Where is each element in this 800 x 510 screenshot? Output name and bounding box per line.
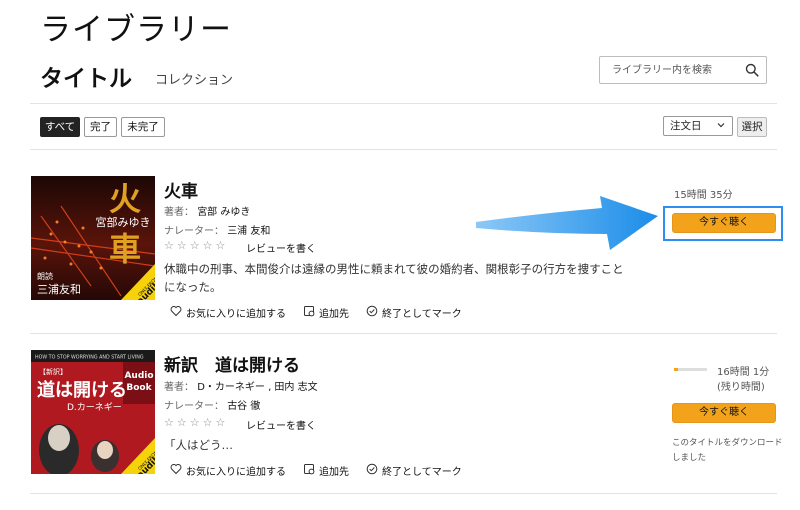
author-line: 著者： D・カーネギー , 田内 志文: [164, 378, 318, 393]
check-circle-icon: [366, 463, 378, 475]
narrator-link[interactable]: 古谷 徹: [227, 401, 260, 412]
filter-incomplete-button[interactable]: 未完了: [121, 117, 165, 137]
sort-dropdown[interactable]: 注文日: [663, 116, 733, 136]
mark-finished-label: 終了としてマーク: [382, 309, 462, 320]
cover-author: D.カーネギー: [67, 402, 122, 413]
cover-main-title: 道は開ける: [37, 379, 127, 401]
cover-big-char1: 火: [109, 180, 141, 218]
sort-selected-value: 注文日: [670, 120, 702, 132]
cover-book: Book: [126, 383, 152, 393]
header-divider: [30, 103, 777, 104]
select-button[interactable]: 選択: [737, 117, 767, 137]
cover-narr-small: 朗読: [37, 271, 53, 281]
search-icon[interactable]: [745, 63, 759, 77]
rating-stars[interactable]: ☆☆☆☆☆: [164, 239, 228, 252]
add-to-collection-icon: [304, 464, 315, 475]
narrator-line: ナレーター： 三浦 友和: [164, 222, 270, 237]
add-to-collection-icon: [304, 306, 315, 317]
filter-all-button[interactable]: すべて: [40, 117, 80, 137]
cover-author-vertical: 宮部みゆき: [96, 215, 151, 229]
listening-progress-bar: [674, 368, 707, 371]
add-to-label: 追加先: [319, 467, 349, 478]
rating-stars[interactable]: ☆☆☆☆☆: [164, 416, 228, 429]
book-duration: 16時間 1分: [717, 367, 770, 378]
page-title: ライブラリー: [40, 12, 232, 48]
heart-icon: [170, 306, 182, 317]
book-title[interactable]: 火車: [164, 177, 198, 202]
book-summary: 「人はどう…: [164, 438, 233, 452]
cover-narr-name: 三浦友和: [37, 282, 81, 296]
book-summary: 休職中の刑事、本間俊介は遠縁の男性に頼まれて彼の婚約者、関根彰子の行方を捜すこと…: [164, 262, 624, 294]
book-cover-michi[interactable]: HOW TO STOP WORRYING AND START LIVING Au…: [31, 350, 155, 474]
heart-icon: [170, 464, 182, 475]
check-circle-icon: [366, 305, 378, 317]
cover-big-char2: 車: [109, 230, 141, 268]
listen-now-button[interactable]: 今すぐ聴く: [672, 213, 776, 233]
book-cover-kasha[interactable]: 火 宮部みゆき 車 朗読 三浦友和 ONLY FROM audible: [31, 176, 155, 300]
download-status-note: このタイトルをダウンロードしました: [672, 438, 783, 463]
book-title[interactable]: 新訳 道は開ける: [164, 351, 300, 376]
book-duration: 15時間 35分: [674, 190, 733, 201]
blue-arrow-icon: [476, 196, 658, 250]
cover-shinyaku: 【新訳】: [39, 367, 67, 376]
cover-audio: Audio: [124, 371, 153, 381]
book-divider: [30, 333, 777, 334]
author-label: 著者：: [164, 382, 194, 393]
tab-collection[interactable]: コレクション: [155, 69, 233, 88]
add-to-label: 追加先: [319, 309, 349, 320]
filter-divider: [30, 149, 777, 150]
listening-progress-fill: [674, 368, 678, 371]
author-label: 著者：: [164, 207, 194, 218]
author-link[interactable]: D・カーネギー , 田内 志文: [197, 382, 317, 393]
add-favorite-label: お気に入りに追加する: [186, 309, 286, 320]
author-line: 著者： 宮部 みゆき: [164, 203, 250, 218]
bottom-divider: [30, 493, 777, 494]
chevron-down-icon: [717, 123, 725, 128]
write-review-link[interactable]: レビューを書く: [246, 417, 316, 432]
write-review-link[interactable]: レビューを書く: [246, 240, 316, 255]
author-link[interactable]: 宮部 みゆき: [197, 207, 250, 218]
filter-complete-button[interactable]: 完了: [84, 117, 117, 137]
remaining-time-label: (残り時間): [717, 382, 765, 393]
mark-finished-label: 終了としてマーク: [382, 467, 462, 478]
narrator-label: ナレーター：: [164, 226, 224, 237]
cover-en-title: HOW TO STOP WORRYING AND START LIVING: [35, 355, 144, 361]
tab-titles[interactable]: タイトル: [40, 59, 132, 93]
narrator-line: ナレーター： 古谷 徹: [164, 397, 260, 412]
narrator-link[interactable]: 三浦 友和: [227, 226, 270, 237]
search-input[interactable]: [600, 57, 738, 83]
search-box[interactable]: [599, 56, 767, 84]
add-favorite-label: お気に入りに追加する: [186, 467, 286, 478]
narrator-label: ナレーター：: [164, 401, 224, 412]
listen-now-button[interactable]: 今すぐ聴く: [672, 403, 776, 423]
